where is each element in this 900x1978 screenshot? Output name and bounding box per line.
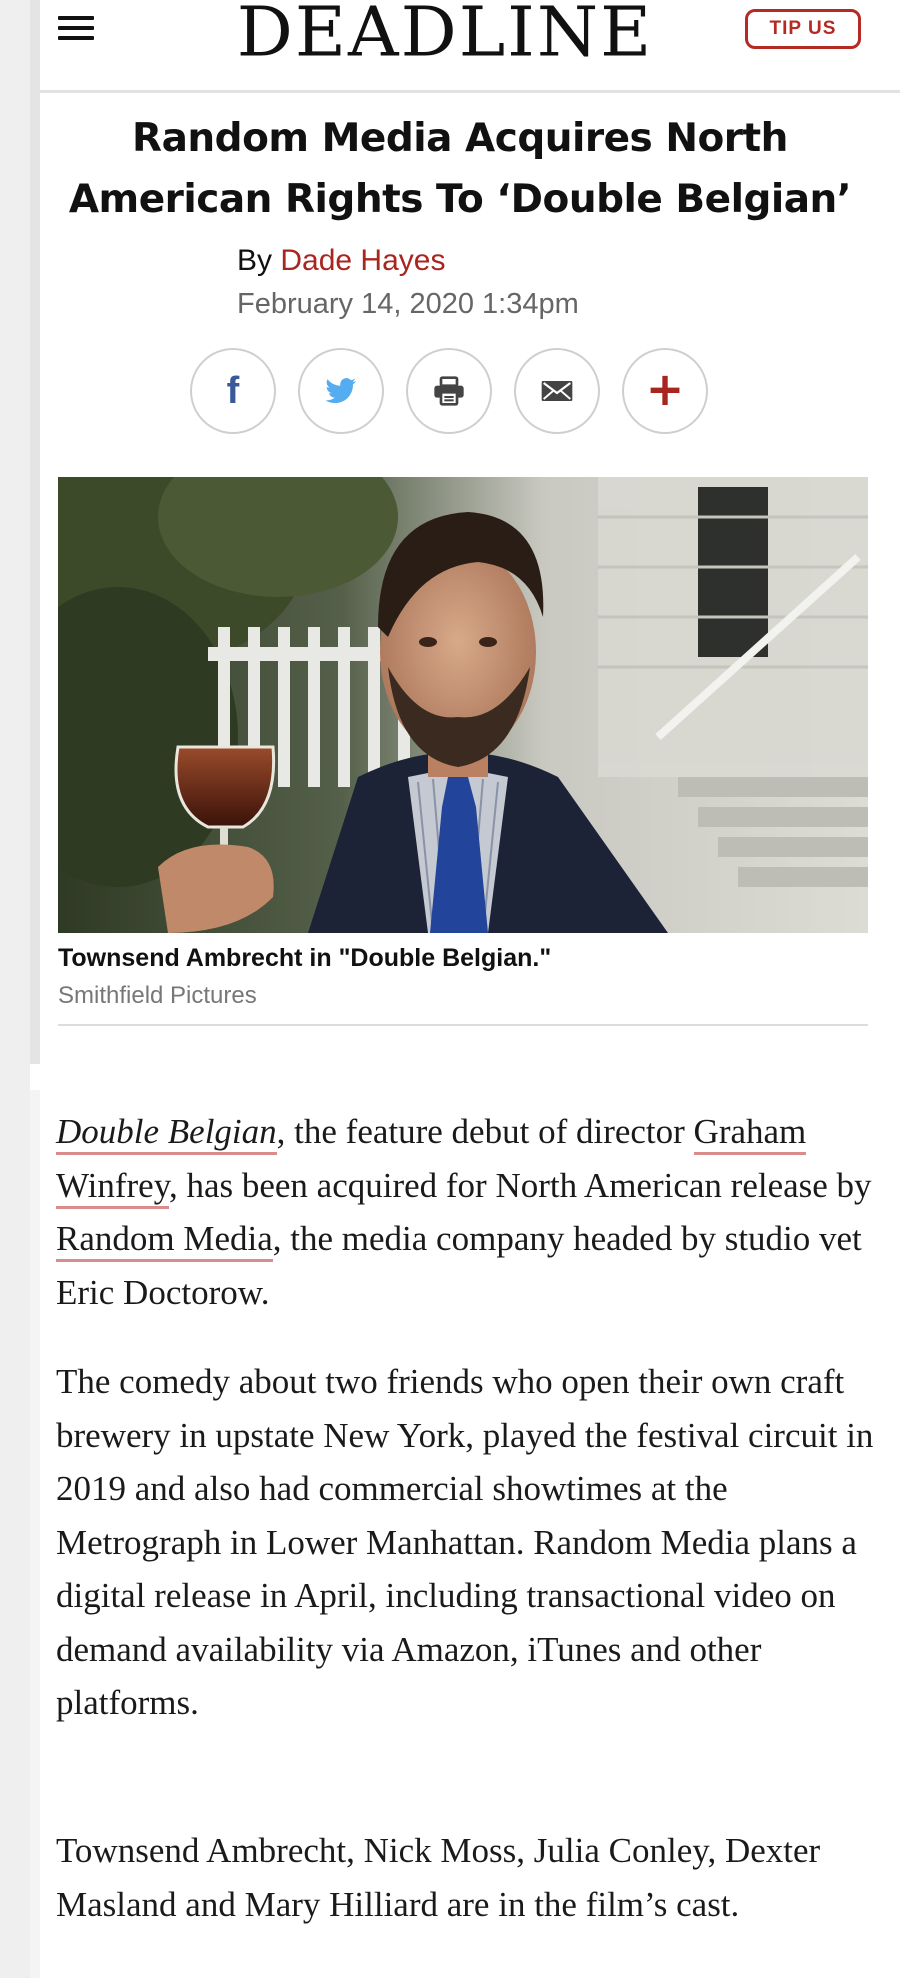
article-headline: Random Media Acquires North American Rig… bbox=[68, 116, 852, 222]
film-still-illustration bbox=[58, 477, 868, 933]
email-icon bbox=[541, 381, 573, 401]
article-paragraph-3: Townsend Ambrecht, Nick Moss, Julia Conl… bbox=[56, 1831, 821, 1924]
more-share-button[interactable]: + bbox=[622, 348, 708, 434]
facebook-icon: f bbox=[226, 369, 240, 412]
print-icon bbox=[434, 376, 464, 406]
publish-date: February 14, 2020 1:34pm bbox=[237, 288, 579, 320]
caption-divider bbox=[58, 1024, 868, 1026]
paragraph-1-text-a: , the feature debut of director bbox=[276, 1112, 694, 1151]
byline: By Dade Hayes bbox=[237, 244, 445, 278]
twitter-share-button[interactable] bbox=[298, 348, 384, 434]
rail-shadow-lower bbox=[30, 1090, 40, 1978]
facebook-share-button[interactable]: f bbox=[190, 348, 276, 434]
image-credit: Smithfield Pictures bbox=[58, 982, 257, 1009]
print-button[interactable] bbox=[406, 348, 492, 434]
paragraph-1-text-b: , has been acquired for North American r… bbox=[168, 1165, 872, 1205]
author-link[interactable]: Dade Hayes bbox=[280, 244, 445, 277]
tip-us-button[interactable]: TIP US bbox=[745, 9, 861, 49]
double-belgian-link[interactable]: Double Belgian bbox=[56, 1112, 277, 1155]
left-rail bbox=[0, 0, 40, 1978]
twitter-icon bbox=[325, 378, 357, 404]
image-caption: Townsend Ambrecht in "Double Belgian." bbox=[58, 944, 552, 972]
random-media-link[interactable]: Random Media bbox=[56, 1219, 273, 1262]
plus-icon: + bbox=[645, 362, 685, 416]
email-share-button[interactable] bbox=[514, 348, 600, 434]
hamburger-menu-icon[interactable] bbox=[58, 16, 94, 44]
rail-shadow bbox=[30, 0, 40, 1064]
byline-prefix: By bbox=[237, 244, 273, 277]
hero-image[interactable] bbox=[58, 477, 868, 933]
share-bar: f + bbox=[190, 348, 720, 440]
site-logo[interactable]: DEADLINE bbox=[190, 0, 700, 69]
article-paragraph-1: Double Belgian, the feature debut of dir… bbox=[56, 1105, 876, 1319]
article-paragraph-2: The comedy about two friends who open th… bbox=[56, 1362, 874, 1722]
